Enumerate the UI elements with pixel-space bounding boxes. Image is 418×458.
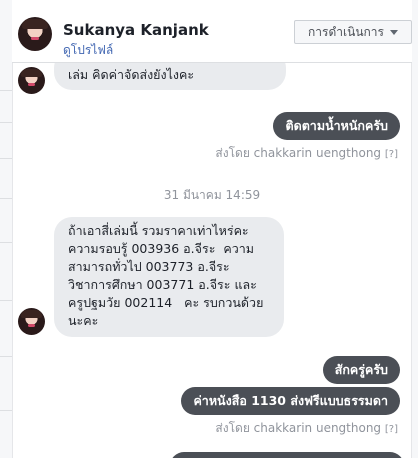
- outgoing-message[interactable]: ติดตามน้ำหนักครับ: [273, 112, 400, 140]
- avatar-lips: [28, 324, 35, 327]
- view-profile-link[interactable]: ดูโปรไฟล์: [63, 41, 113, 60]
- contact-avatar-small[interactable]: [18, 67, 45, 94]
- actions-label: การดำเนินการ: [308, 24, 384, 39]
- rail-divider: [0, 90, 12, 91]
- rail-divider: [0, 300, 12, 301]
- rail-divider: [0, 158, 12, 159]
- incoming-message[interactable]: เล่ม คิดค่าจัดส่งยังไงคะ: [54, 62, 286, 90]
- avatar-hair: [22, 19, 48, 29]
- rail-divider: [0, 122, 12, 123]
- sent-by-text: ส่งโดย chakkarin uengthong: [215, 146, 382, 160]
- avatar-lips: [31, 37, 39, 40]
- sent-by-label: ส่งโดย chakkarin uengthong [?]: [215, 419, 398, 438]
- help-link[interactable]: [?]: [385, 424, 398, 435]
- rail-divider: [0, 410, 12, 411]
- avatar-lips: [28, 83, 35, 86]
- sent-by-label: ส่งโดย chakkarin uengthong [?]: [215, 144, 398, 163]
- conversation-header: Sukanya Kanjank ดูโปรไฟล์ การดำเนินการ: [12, 0, 412, 63]
- help-link[interactable]: [?]: [385, 149, 398, 160]
- incoming-message[interactable]: ถ้าเอาสี่เล่มนี้ รวมราคาเท่าไหร่คะ ความร…: [54, 217, 284, 337]
- contact-avatar-small[interactable]: [18, 308, 45, 335]
- rail-divider: [0, 198, 12, 199]
- avatar-hair: [21, 69, 42, 77]
- scrollbar-track[interactable]: [411, 0, 418, 458]
- chevron-down-icon: [389, 29, 398, 35]
- avatar-hair: [21, 310, 42, 318]
- outgoing-message[interactable]: ค่าหนังสือ 1130 ส่งฟรีแบบธรรมดา: [181, 387, 400, 415]
- rail-divider: [0, 242, 12, 243]
- outgoing-message-partial[interactable]: [170, 452, 404, 458]
- rail-divider: [0, 356, 12, 357]
- contact-avatar[interactable]: [18, 17, 52, 51]
- outgoing-message[interactable]: สักครู่ครับ: [322, 356, 400, 384]
- sent-by-text: ส่งโดย chakkarin uengthong: [215, 421, 382, 435]
- message-timestamp: 31 มีนาคม 14:59: [163, 188, 261, 202]
- message-thread[interactable]: เล่ม คิดค่าจัดส่งยังไงคะ ติดตามน้ำหนักคร…: [12, 62, 412, 458]
- contact-name[interactable]: Sukanya Kanjank: [63, 21, 209, 39]
- actions-dropdown-button[interactable]: การดำเนินการ: [294, 20, 412, 44]
